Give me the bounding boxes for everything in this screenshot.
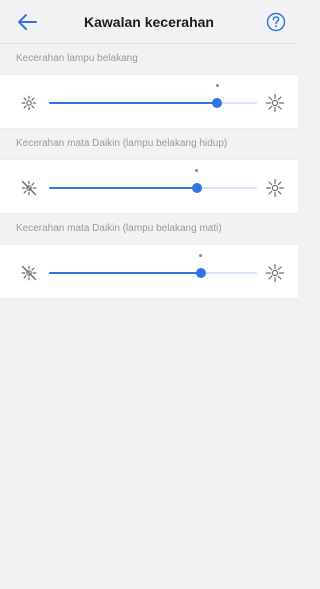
slider-thumb[interactable]: [191, 183, 202, 193]
sun-dim-icon: [21, 95, 37, 111]
brightness-min-icon-wrap: [19, 263, 39, 283]
slider-thumb[interactable]: [212, 98, 223, 108]
slider-marker-dot: [199, 254, 203, 257]
brightness-max-icon-wrap: [265, 93, 285, 113]
section-label: Kecerahan lampu belakang: [16, 53, 138, 64]
help-button[interactable]: [264, 10, 288, 34]
slider-fill: [49, 102, 218, 104]
brightness-slider[interactable]: [49, 245, 257, 300]
sun-bright-icon: [265, 93, 285, 113]
slider-fill: [49, 187, 197, 189]
brightness-card: [0, 159, 298, 214]
help-circle-icon: [266, 12, 286, 32]
slider-marker-dot: [195, 169, 199, 172]
sun-bright-icon: [265, 178, 285, 198]
brightness-min-icon-wrap: [19, 178, 39, 198]
page-title: Kawalan kecerahan: [84, 14, 214, 30]
brightness-slider[interactable]: [49, 160, 257, 215]
sun-off-icon: [21, 265, 37, 281]
sun-bright-icon: [265, 263, 285, 283]
slider-marker-dot: [215, 84, 219, 87]
brightness-max-icon-wrap: [265, 178, 285, 198]
brightness-max-icon-wrap: [265, 263, 285, 283]
brightness-card: [0, 74, 298, 129]
brightness-card: [0, 244, 298, 299]
section-label: Kecerahan mata Daikin (lampu belakang hi…: [16, 138, 228, 149]
brightness-slider[interactable]: [49, 75, 257, 130]
section-label: Kecerahan mata Daikin (lampu belakang ma…: [16, 223, 222, 234]
brightness-min-icon-wrap: [19, 93, 39, 113]
sun-off-icon: [21, 180, 37, 196]
header-bar: Kawalan kecerahan: [0, 0, 298, 44]
slider-fill: [49, 272, 201, 274]
slider-thumb[interactable]: [195, 268, 206, 278]
